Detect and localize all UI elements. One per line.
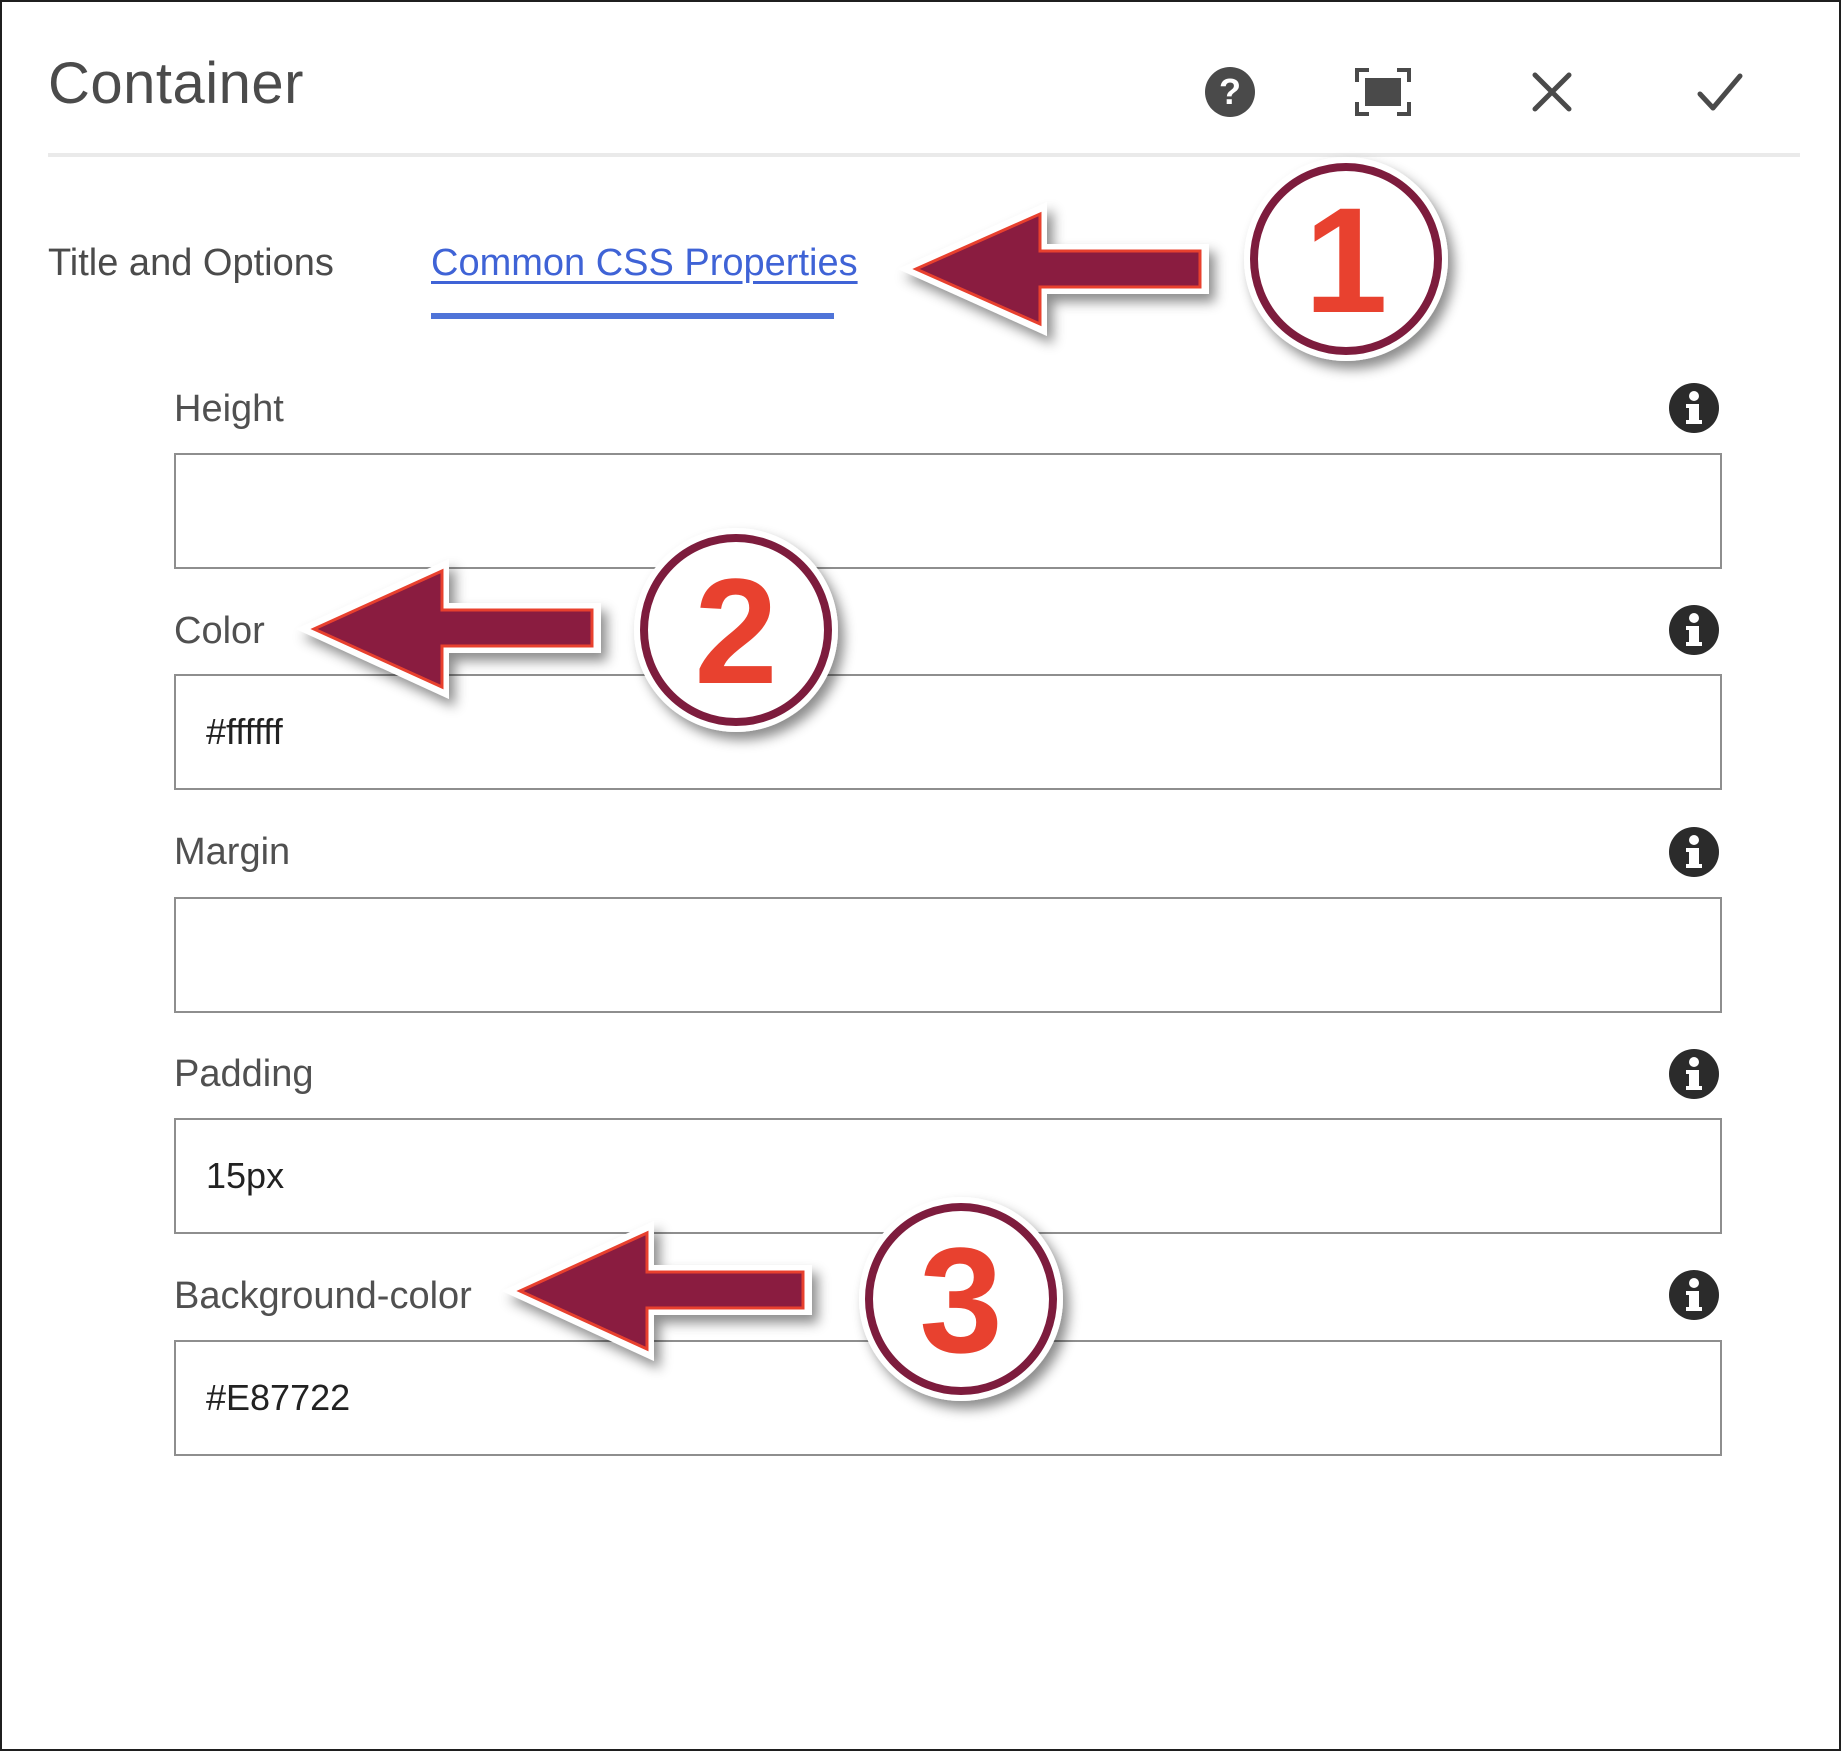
margin-label: Margin [174, 831, 291, 873]
question-circle-icon: ? [1205, 67, 1255, 117]
tab-title-and-options[interactable]: Title and Options [48, 242, 334, 285]
padding-input[interactable] [174, 1118, 1722, 1234]
help-button[interactable]: ? [1200, 62, 1260, 122]
info-icon[interactable] [1668, 1048, 1720, 1100]
fullscreen-button[interactable] [1353, 62, 1413, 122]
close-button[interactable] [1522, 62, 1582, 122]
active-tab-indicator [431, 313, 834, 319]
margin-input[interactable] [174, 897, 1722, 1013]
height-label: Height [174, 388, 284, 430]
background-color-label: Background-color [174, 1275, 472, 1317]
padding-label: Padding [174, 1053, 314, 1095]
info-icon[interactable] [1668, 1269, 1720, 1321]
tab-common-css-properties[interactable]: Common CSS Properties [431, 242, 858, 285]
background-color-input[interactable] [174, 1340, 1722, 1456]
color-label: Color [174, 610, 265, 652]
close-icon [1532, 72, 1572, 112]
info-icon[interactable] [1668, 382, 1720, 434]
info-icon[interactable] [1668, 604, 1720, 656]
height-input[interactable] [174, 453, 1722, 569]
header-divider [48, 153, 1800, 157]
svg-text:?: ? [1219, 71, 1241, 112]
color-input[interactable] [174, 674, 1722, 790]
done-button[interactable] [1690, 62, 1750, 122]
checkmark-icon [1697, 73, 1743, 111]
info-icon[interactable] [1668, 826, 1720, 878]
dialog-title: Container [48, 51, 304, 116]
fullscreen-icon [1355, 68, 1411, 116]
